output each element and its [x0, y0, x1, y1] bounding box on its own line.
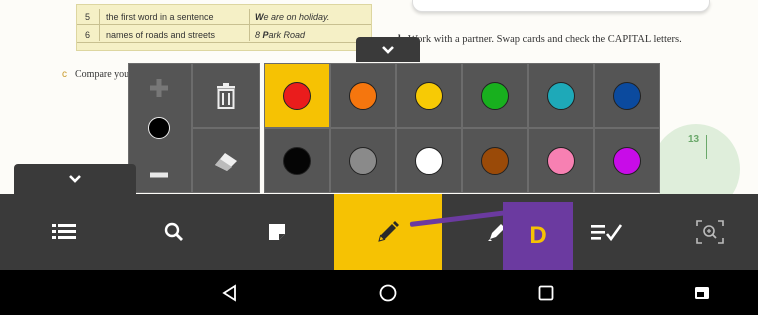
screenshot-icon — [695, 286, 709, 299]
chevron-down-icon — [382, 45, 394, 54]
color-swatch-button[interactable] — [264, 128, 330, 193]
color-swatch-dot — [547, 146, 575, 175]
checklist-icon — [591, 224, 623, 242]
collapse-toolbar-button[interactable] — [14, 164, 136, 194]
list-icon — [52, 224, 76, 239]
color-swatch-dot — [283, 146, 311, 175]
color-swatch-button[interactable] — [594, 128, 660, 193]
current-size-dot — [148, 117, 170, 139]
delete-button[interactable] — [192, 63, 260, 128]
row-description: names of roads and streets — [106, 30, 216, 40]
back-button[interactable] — [200, 270, 260, 315]
color-swatch-button[interactable] — [330, 63, 396, 128]
minus-icon — [150, 172, 168, 178]
color-swatch-button[interactable] — [396, 128, 462, 193]
decrease-size-button[interactable] — [148, 167, 170, 185]
zoom-area-icon — [696, 220, 724, 244]
back-triangle-icon — [222, 283, 236, 302]
color-swatch-button[interactable] — [528, 128, 594, 193]
table-row: 6 names of roads and streets 8 Park Road — [77, 27, 371, 43]
page-dial-marker — [706, 135, 707, 159]
table-row: 5 the first word in a sentence We are on… — [77, 9, 371, 25]
capital-rules-table: 5 the first word in a sentence We are on… — [76, 4, 372, 51]
zoom-area-button[interactable] — [662, 194, 758, 270]
plus-icon — [150, 79, 168, 97]
recents-button[interactable] — [516, 270, 576, 315]
pen-icon — [378, 221, 399, 242]
color-swatch-button[interactable] — [462, 63, 528, 128]
color-swatch-dot — [481, 146, 509, 175]
color-swatch-button[interactable] — [528, 63, 594, 128]
color-swatch-dot — [415, 81, 443, 110]
color-swatch-dot — [547, 81, 575, 110]
search-icon — [164, 222, 183, 241]
home-button[interactable] — [358, 270, 418, 315]
screenshot-button[interactable] — [672, 270, 732, 315]
exercise-c-letter: c — [62, 69, 67, 80]
row-number: 5 — [85, 12, 91, 22]
color-swatch-dot — [415, 146, 443, 175]
row-description: the first word in a sentence — [106, 12, 214, 22]
notes-button[interactable] — [220, 194, 334, 270]
color-swatch-dot — [481, 81, 509, 110]
color-swatch-button[interactable] — [264, 63, 330, 128]
collapse-picker-button[interactable] — [356, 37, 420, 62]
page-number: 13 — [688, 134, 700, 145]
color-swatch-dot — [349, 146, 377, 175]
chevron-down-icon — [69, 175, 81, 183]
card-edge — [412, 0, 710, 12]
system-nav-bar — [0, 270, 758, 315]
eraser-icon — [215, 152, 237, 171]
sticky-note-icon — [269, 224, 285, 240]
annotation-label: D — [503, 202, 573, 270]
color-swatch-button[interactable] — [396, 63, 462, 128]
row-example: We are on holiday. — [255, 12, 330, 22]
bottom-toolbar — [0, 194, 758, 270]
row-number: 6 — [85, 30, 91, 40]
row-example: 8 Park Road — [255, 30, 306, 40]
home-circle-icon — [379, 284, 397, 301]
color-swatch-dot — [613, 146, 641, 175]
color-picker-panel — [128, 63, 660, 193]
eraser-button[interactable] — [192, 128, 260, 193]
search-button[interactable] — [128, 194, 220, 270]
color-swatch-dot — [349, 81, 377, 110]
increase-size-button[interactable] — [148, 77, 170, 104]
contents-button[interactable] — [0, 194, 128, 270]
recents-square-icon — [538, 285, 554, 300]
color-swatch-dot — [613, 81, 641, 110]
trash-icon — [217, 82, 235, 109]
exercise-b-text: Work with a partner. Swap cards and chec… — [408, 34, 682, 45]
pen-button[interactable] — [334, 194, 442, 270]
color-swatch-button[interactable] — [594, 63, 660, 128]
color-swatch-button[interactable] — [462, 128, 528, 193]
color-swatch-button[interactable] — [330, 128, 396, 193]
color-swatch-dot — [283, 81, 311, 110]
